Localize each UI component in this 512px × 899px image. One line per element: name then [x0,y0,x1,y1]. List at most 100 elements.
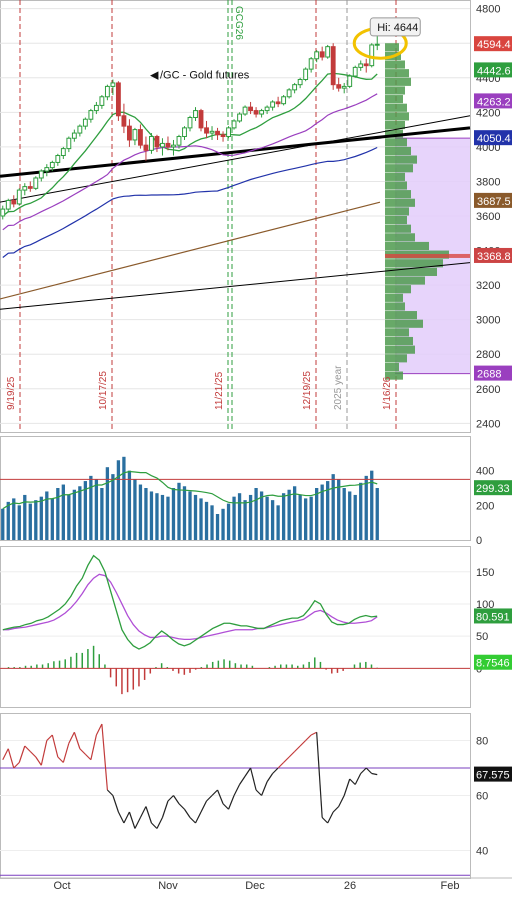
rsi-segment [200,800,208,813]
volume-bar [149,491,154,540]
rsi-segment [255,789,263,796]
rsi-segment [349,778,356,785]
volume-bar [315,488,319,540]
volume-bar [78,486,82,540]
chart-root: Hi: 4644 ◀/GC - Gold futures GCG26 9/19/25 1… [0,0,512,899]
rsi-segment [206,795,213,802]
candle-body [369,44,375,67]
candle-body [171,144,176,148]
volume-bar [331,474,335,540]
rsi-segment [90,734,97,760]
volume-profile-bar [385,164,413,173]
volume-bar [265,496,269,540]
candle-body [286,89,292,98]
volume-profile-bar [385,86,405,95]
rsi-segment [40,740,48,766]
candle-body [33,177,39,189]
candle-body [99,96,105,106]
candle-body [314,51,320,60]
volume-bar [6,501,10,540]
volume-bar [50,498,54,540]
vertical-date-label: 2025 year [333,365,344,410]
rsi-segment [139,806,147,818]
price-badge-text: 4594.4 [477,39,511,51]
volume-bar [199,498,203,540]
candle-body [104,85,110,98]
rsi-segment [272,767,279,774]
vertical-date-label: 9/19/25 [6,376,17,410]
candle-body [248,106,254,112]
volume-bar [281,493,286,540]
indicator-main-line [2,554,378,650]
volume-profile-bar [385,233,415,242]
volume-profile-bar [385,319,423,328]
volume-bar [67,494,71,540]
volume-profile-bar [385,328,409,337]
candle-body [82,118,88,127]
volume-bar [375,488,379,540]
volume-bar [182,486,187,540]
rsi-segment [211,789,218,796]
vertical-date-label: 1/16/26 [382,376,393,410]
rsi-segment [310,731,317,736]
volume-bar [177,482,181,540]
price-badge: 4594.4 [474,36,512,52]
volume-bar [133,479,137,540]
rsi-segment [62,743,70,763]
candle-body [319,51,325,58]
rsi-segment [343,778,351,796]
candle-body [226,127,231,138]
rsi-segment [35,756,42,766]
rsi-segment [288,751,296,758]
rsi-y-tick: 60 [476,791,488,803]
rsi-segment [227,795,235,810]
candle-body [209,130,215,134]
candle-body [264,106,270,112]
rsi-segment [156,817,164,829]
volume-profile-bar [385,267,437,276]
rsi-segment [266,773,274,783]
volume-bar [276,505,280,540]
x-tick-label: 26 [344,880,356,892]
rsi-value-badge: 67.575 [474,766,512,782]
rsi-segment [360,767,367,774]
hi-label: Hi: 4644 [369,17,421,37]
volume-profile-bar [385,172,405,181]
rsi-segment [244,767,252,777]
rsi-segment [24,745,31,752]
volume-profile-bar [385,95,403,104]
candle-body [55,155,61,163]
indicator-badge-text: 80.591 [476,611,510,623]
volume-profile-bar [385,354,407,363]
volume-bar [204,501,209,540]
candle-body [259,110,265,115]
volume-bar [254,488,258,540]
volume-profile-bar [385,146,411,156]
rsi-segment [371,772,378,776]
rsi-segment [194,811,202,824]
volume-badge-text: 299.33 [476,483,510,495]
volume-profile-bar [385,103,407,112]
rsi-segment [128,811,136,829]
rsi-segment [354,773,362,785]
volume-bar [210,505,214,540]
volume-profile-bar [385,60,405,69]
x-tick-label: Feb [441,880,460,892]
volume-profile-bar [385,181,407,190]
volume-bar [259,491,264,540]
rsi-segment [327,811,334,824]
volume-bar [28,503,32,540]
y-tick-label: 2600 [476,384,500,396]
volume-bar [89,475,93,540]
volume-bar [221,508,225,540]
candle-body [336,84,342,89]
title-arrow-icon: ◀ [150,69,159,81]
y-tick-label: 4800 [476,4,500,16]
candle-body [193,110,198,119]
volume-bar [105,467,110,540]
rsi-segment [117,811,125,824]
volume-profile-bar [385,112,409,121]
volume-bar [353,494,357,540]
price-badge: 4263.2 [474,93,512,109]
candle-body [187,117,193,129]
